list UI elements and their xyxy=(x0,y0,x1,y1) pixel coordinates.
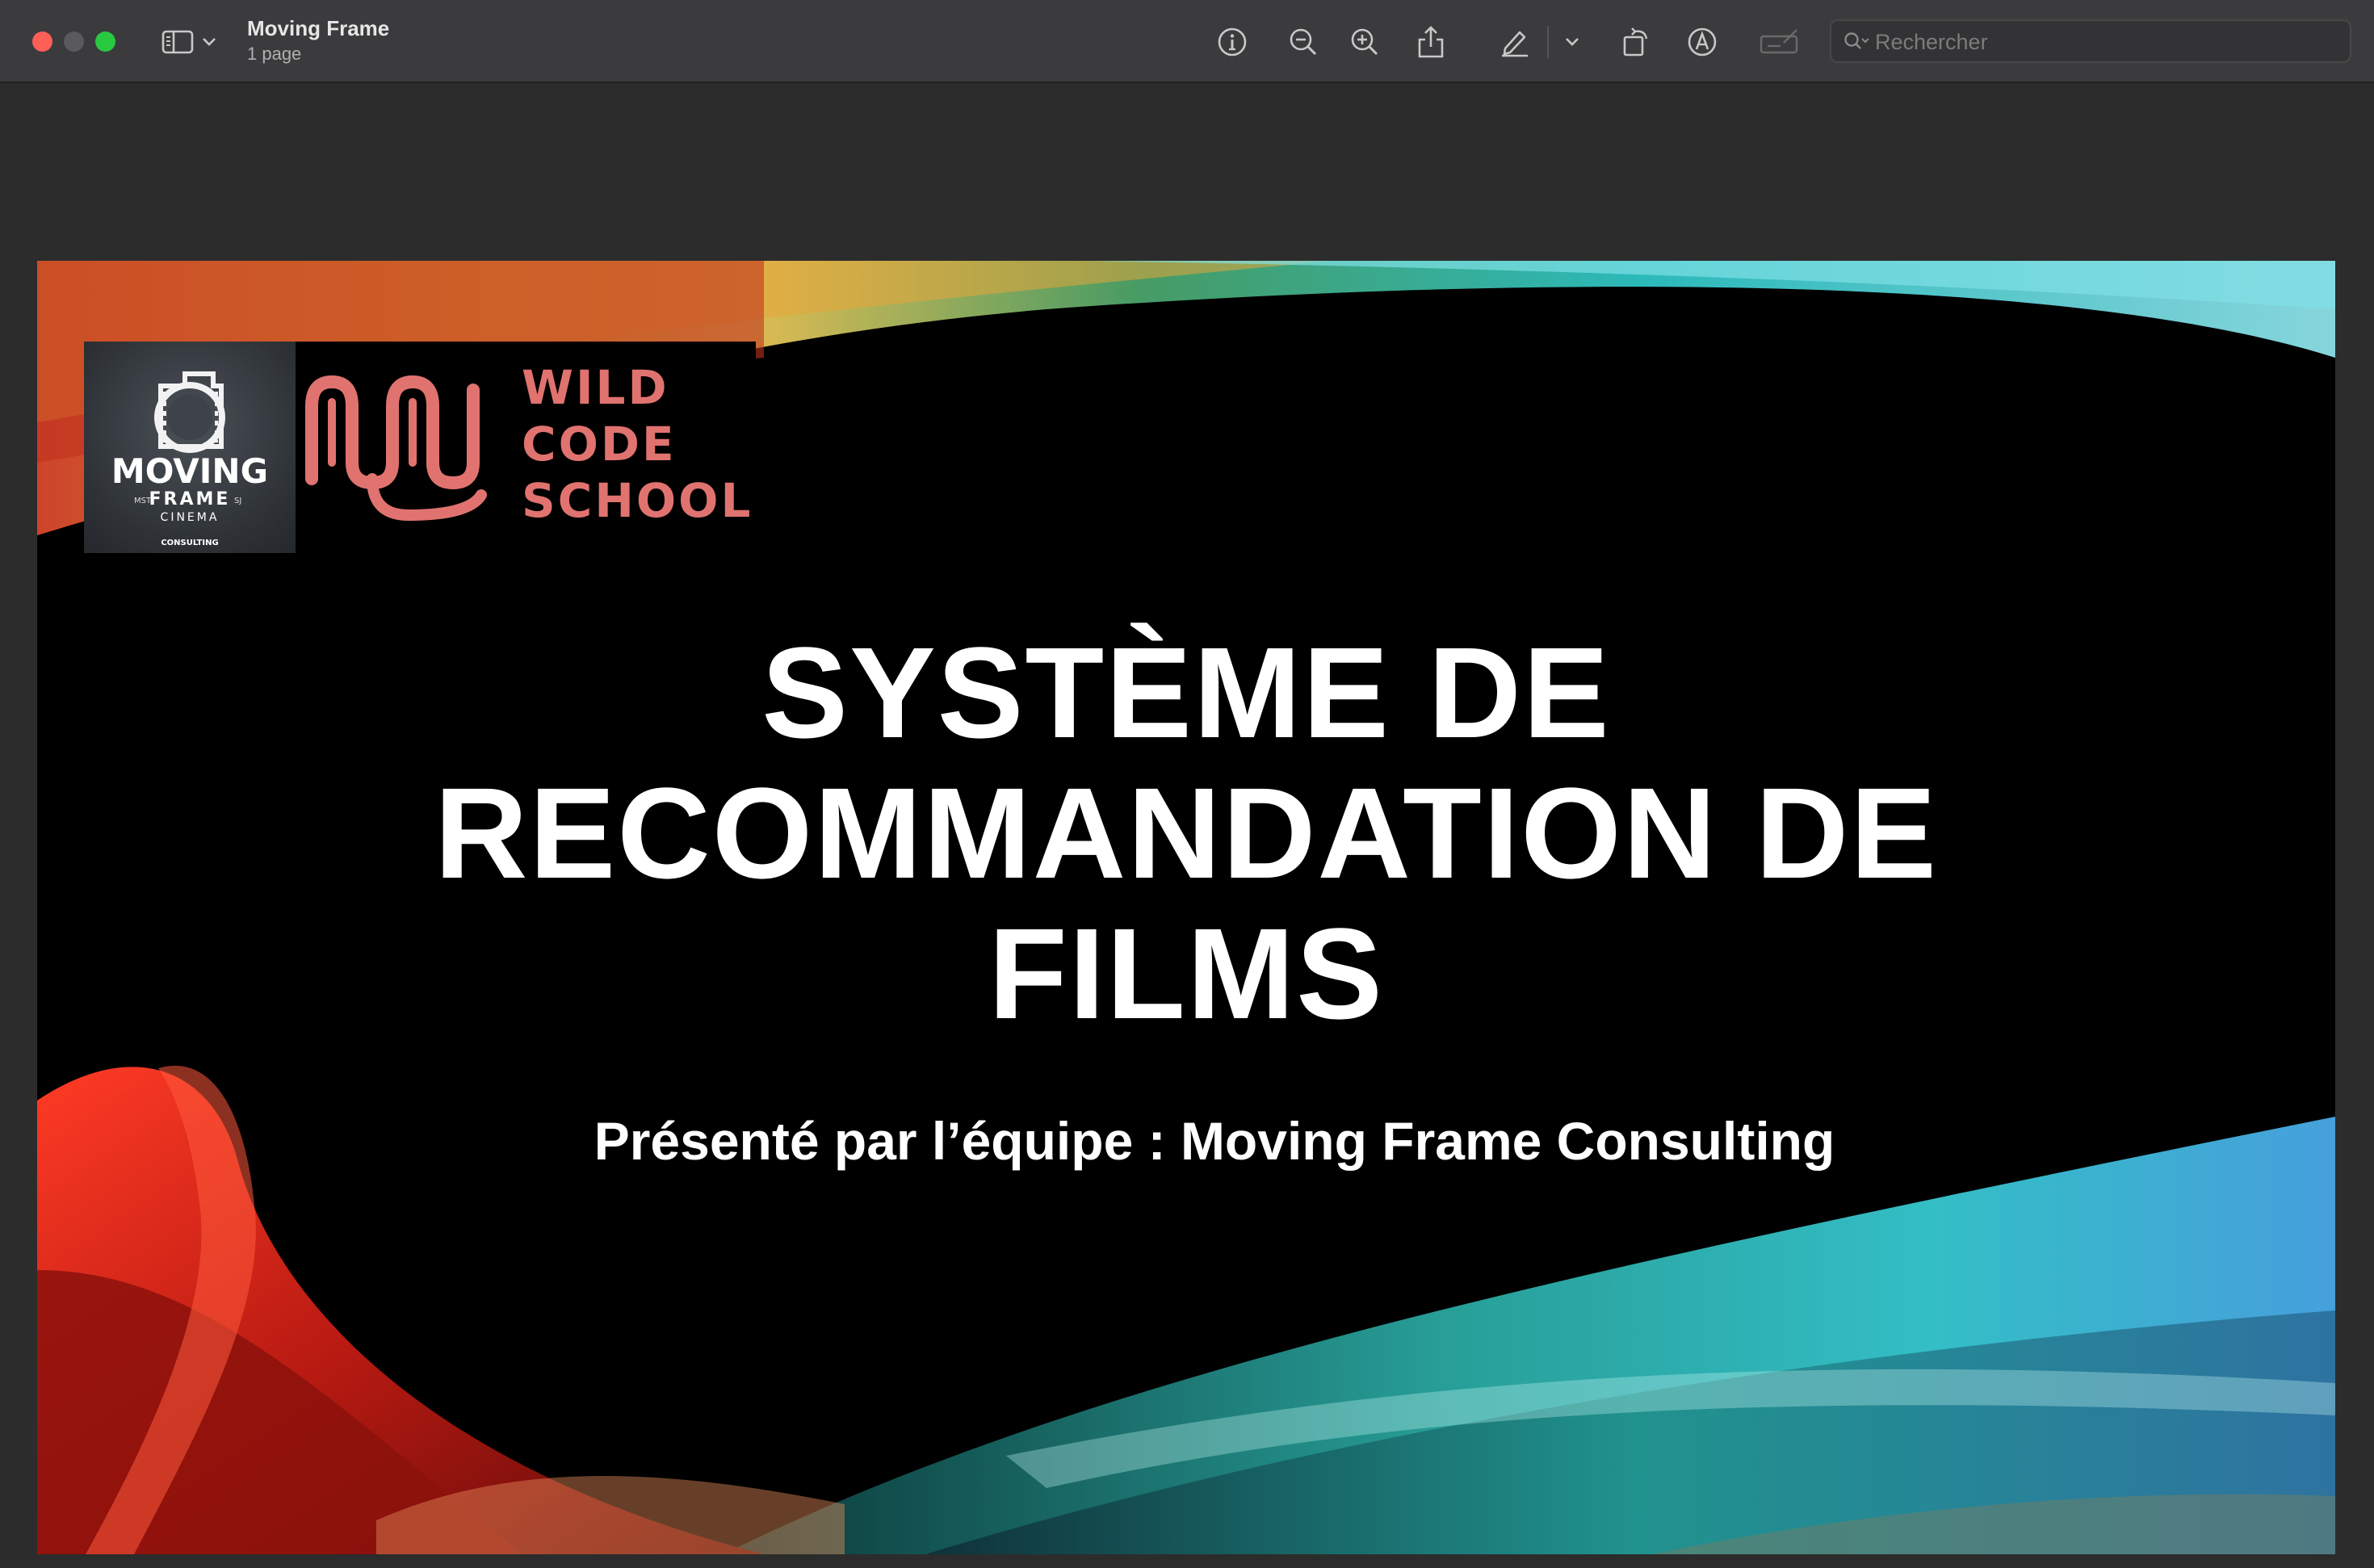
zoom-in-button[interactable] xyxy=(1345,23,1384,61)
document-title: Moving Frame xyxy=(247,16,390,40)
film-frame-icon: MOVING FRAME MST SJ CINEMA CONSULTING xyxy=(111,371,268,547)
toolbar-divider xyxy=(1547,26,1549,58)
form-fill-icon xyxy=(1760,29,1798,54)
form-fill-button[interactable] xyxy=(1757,23,1802,61)
document-canvas: MOVING FRAME MST SJ CINEMA CONSULTING WI… xyxy=(0,83,2374,1568)
share-button[interactable] xyxy=(1411,23,1450,61)
wcs-squiggle-icon xyxy=(305,375,487,522)
slide-title-line: FILMS xyxy=(988,901,1384,1046)
preview-window: Moving Frame 1 page Rechercher MOVING FR… xyxy=(0,0,2374,1568)
logo-sj-text: SJ xyxy=(234,497,241,505)
logo-consulting-text: CONSULTING xyxy=(161,539,218,547)
slide-page: MOVING FRAME MST SJ CINEMA CONSULTING WI… xyxy=(37,261,2335,1554)
wcs-word-wild: WILD xyxy=(522,360,669,415)
close-window-button[interactable] xyxy=(32,31,52,52)
chevron-down-icon xyxy=(203,38,216,46)
sidebar-options-button[interactable] xyxy=(195,23,223,61)
markup-button[interactable] xyxy=(1683,23,1722,61)
toolbar: Moving Frame 1 page xyxy=(0,0,2374,83)
sidebar-toggle-button[interactable] xyxy=(158,23,197,61)
logo-moving-text: MOVING xyxy=(111,451,268,491)
search-icon xyxy=(1844,32,1869,49)
slide-subtitle: Présenté par l’équipe : Moving Frame Con… xyxy=(594,1111,1835,1171)
slide-title-line: SYSTÈME DE xyxy=(761,620,1611,765)
search-input[interactable] xyxy=(1873,26,2345,58)
wild-code-school-logo: WILD CODE SCHOOL xyxy=(296,342,756,553)
zoom-out-button[interactable] xyxy=(1284,23,1323,61)
minimize-window-button[interactable] xyxy=(64,31,84,52)
logo-cinema-text: CINEMA xyxy=(161,511,220,524)
logo-mst-text: MST xyxy=(134,497,152,505)
markup-icon xyxy=(1688,27,1717,57)
maximize-window-button[interactable] xyxy=(95,31,115,52)
moving-frame-logo: MOVING FRAME MST SJ CINEMA CONSULTING xyxy=(84,342,296,553)
info-icon xyxy=(1218,27,1247,57)
sidebar-icon xyxy=(161,30,194,54)
page-count: 1 page xyxy=(247,44,302,64)
slide-title-line: RECOMMANDATION DE xyxy=(434,761,1939,905)
chevron-down-icon xyxy=(1566,38,1579,46)
rotate-icon xyxy=(1623,27,1648,57)
zoom-out-icon xyxy=(1290,28,1317,56)
wcs-word-code: CODE xyxy=(522,417,677,472)
wcs-word-school: SCHOOL xyxy=(522,473,753,528)
search-field[interactable] xyxy=(1830,19,2351,63)
share-icon xyxy=(1418,26,1444,58)
slide-title: SYSTÈME DE RECOMMANDATION DE FILMS xyxy=(37,623,2335,1044)
wcs-wordmark: WILD CODE SCHOOL xyxy=(522,359,753,529)
rotate-button[interactable] xyxy=(1617,23,1655,61)
info-button[interactable] xyxy=(1213,23,1252,61)
highlight-pen-icon xyxy=(1502,31,1528,57)
logo-frame-text: FRAME xyxy=(149,489,231,509)
zoom-in-icon xyxy=(1351,28,1378,56)
highlight-button[interactable] xyxy=(1495,23,1534,61)
highlight-options-button[interactable] xyxy=(1558,23,1586,61)
